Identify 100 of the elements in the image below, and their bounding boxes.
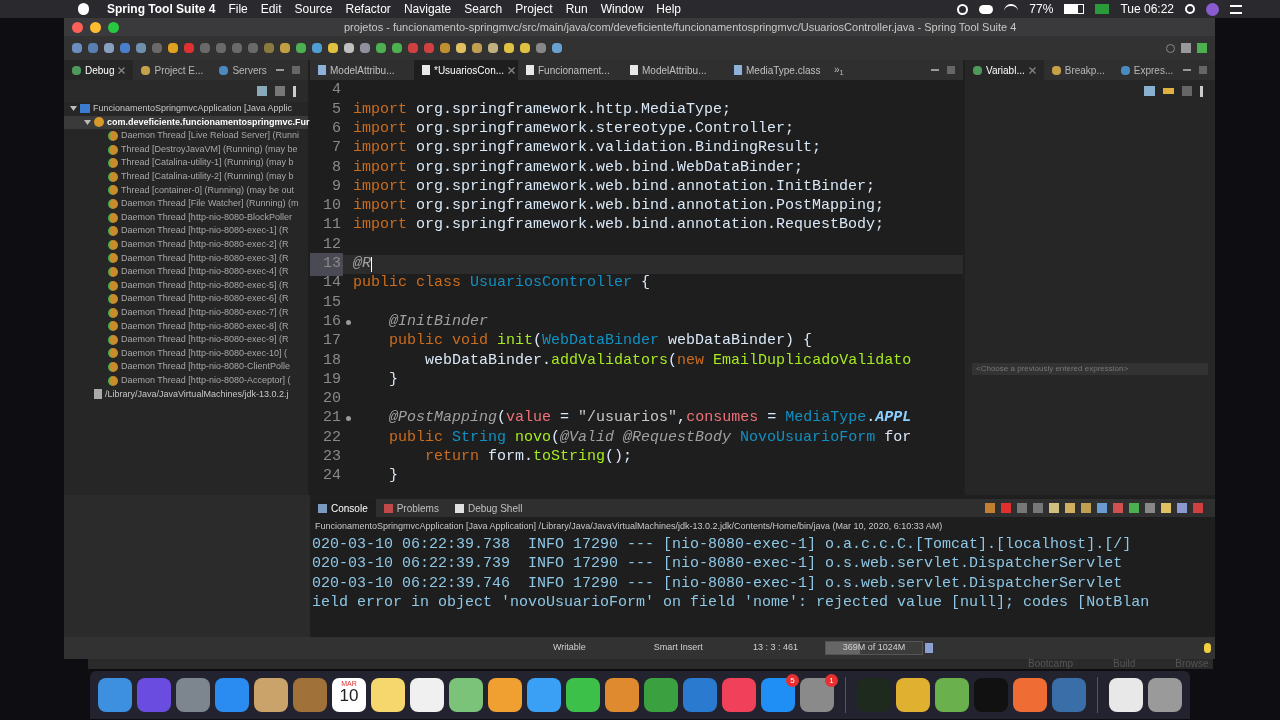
class-file-icon [318,65,326,75]
tree-item[interactable]: FuncionamentoSpringmvcApplication [Java Applic [93,102,293,116]
menu-item[interactable]: Project [515,0,553,18]
menu-item[interactable]: Navigate [403,0,452,18]
app-icon[interactable] [896,678,930,712]
tree-item[interactable]: Daemon Thread [http-nio-8080-exec-6] (R [121,292,289,306]
line-number: 16 [322,311,342,332]
battery-icon[interactable] [1064,4,1085,14]
app-icon[interactable] [1109,678,1143,712]
editor-tab[interactable]: ModelAttribu... [622,60,726,80]
menu-item[interactable]: Edit [260,0,282,18]
menu-item[interactable]: Search [464,0,503,18]
clock[interactable]: Tue 06:22 [1120,0,1174,18]
panel-tab[interactable]: Variabl... [965,60,1044,80]
panel-tab[interactable]: Servers [211,60,275,80]
app-icon[interactable] [449,678,483,712]
minimize-button[interactable] [90,21,101,33]
tree-item[interactable]: Daemon Thread [http-nio-8080-BlockPoller [121,210,292,225]
status-insert-mode: Smart Insert [653,641,703,655]
app-icon[interactable] [605,678,639,712]
thread-icon [108,362,118,373]
tree-item[interactable]: Daemon Thread [http-nio-8080-exec-3] (R [121,251,289,266]
tree-item[interactable]: Daemon Thread [http-nio-8080-exec-8] (R [121,319,289,334]
app-icon[interactable] [371,678,405,712]
line-number: 15 [322,292,342,313]
tree-item[interactable]: Daemon Thread [http-nio-8080-exec-2] (R [121,238,289,252]
tree-item[interactable]: Daemon Thread [http-nio-8080-exec-9] (R [121,333,289,347]
code-line: import org.springframework.web.bind.annotation.PostMapping; [353,196,885,217]
panel-tab[interactable]: Project E... [133,60,212,80]
tree-item[interactable]: Daemon Thread [http-nio-8080-exec-10] ( [121,346,287,361]
menu-item[interactable]: Run [565,0,588,18]
close-icon[interactable] [508,66,516,74]
thread-icon [108,226,118,237]
console-tab[interactable]: Debug Shell [446,499,531,517]
zoom-button[interactable] [108,21,119,33]
tree-item[interactable]: Daemon Thread [http-nio-8080-Acceptor] ( [121,373,291,388]
console-tab[interactable]: Console [310,499,376,517]
code-line: public String novo(@Valid @RequestBody NovoUsuarioForm for [388,427,912,448]
fold-marker-icon[interactable] [345,319,351,325]
app-icon[interactable] [488,678,522,712]
editor-tab[interactable]: *UsuariosCon... [414,60,518,80]
editor-tab[interactable]: MediaType.class [726,60,830,80]
menu-item[interactable]: Source [294,0,333,18]
tree-item[interactable]: Daemon Thread [http-nio-8080-exec-4] (R [121,265,289,279]
menu-item[interactable]: Refactor [345,0,391,18]
app-icon[interactable] [935,678,969,712]
tree-item[interactable]: Daemon Thread [Live Reload Server] (Runni [121,129,299,143]
tree-item[interactable]: /Library/Java/JavaVirtualMachines/jdk-13.0.2.j [105,387,289,401]
tree-item[interactable]: Thread [Catalina-utility-1] (Running) (may b [121,156,294,170]
editor-tab[interactable]: Funcionament... [518,60,622,80]
app-icon[interactable] [527,678,561,712]
panel-tab[interactable]: Debug [64,60,134,80]
thread-icon [108,321,118,332]
thread-icon [108,144,118,155]
code-line: import org.springframework.http.MediaType; [353,99,732,120]
tree-item[interactable]: Thread [Catalina-utility-2] (Running) (may b [121,170,294,184]
console-line: ield error in object 'novoUsuarioForm' on field 'nome': rejected value [null]; codes [NotBlan [312,593,1151,613]
menu-icon[interactable] [1230,4,1242,14]
app-icon[interactable] [566,678,600,712]
editor-tab[interactable]: ModelAttribu... [310,60,414,80]
app-icon[interactable] [1148,678,1182,712]
panel-tab[interactable]: Expres... [1112,60,1182,80]
code-line: @InitBinder [388,311,489,332]
panel-tab[interactable]: Breakp... [1043,60,1113,80]
more-tabs-indicator[interactable]: »$_{1}$ [830,60,844,80]
line-number: 10 [322,196,342,217]
tree-item[interactable]: Thread [DestroyJavaVM] (Running) (may be [121,142,298,157]
thread-icon [108,171,118,182]
close-icon[interactable] [1028,66,1036,74]
cloud-icon[interactable] [979,4,994,14]
java-file-icon [422,65,430,75]
tree-item[interactable]: Daemon Thread [http-nio-8080-exec-1] (R [121,224,289,238]
menu-item[interactable]: Help [656,0,682,18]
expand-arrow-icon[interactable] [84,118,91,126]
tree-item[interactable]: Daemon Thread [File Watcher] (Running) (m [121,197,299,211]
record-icon[interactable] [957,3,969,15]
console-description: FuncionamentoSpringmvcApplication [Java Application] /Library/Java/JavaVirtualMachines/jdk-13.0.2.jdk/Contents/Home/bin/java (Mar 10, 2020, 6:10:33 AM) [314,520,944,533]
close-button[interactable] [72,21,83,33]
app-name[interactable]: Spring Tool Suite 4 [107,0,216,18]
console-tab[interactable]: Problems [375,499,447,517]
expand-arrow-icon[interactable] [70,105,77,113]
app-icon[interactable] [410,678,444,712]
close-icon[interactable] [118,66,126,74]
console-line: 020-03-10 06:22:39.746 INFO 17290 --- [nio-8080-exec-1] o.s.web.servlet.DispatcherServlet [312,573,1124,593]
thread-icon [108,348,118,359]
tree-item[interactable]: Daemon Thread [http-nio-8080-ClientPolle [121,360,290,374]
menu-item[interactable]: File [228,0,248,18]
class-file-icon [734,65,742,75]
heap-label: 369M of 1024M [841,642,907,654]
line-number: 8 [331,157,342,178]
menu-item[interactable]: Window [600,0,644,18]
thread-icon [108,266,118,277]
tab-icon [1051,65,1061,75]
app-icon[interactable] [254,678,288,712]
code-line: @R [353,254,371,275]
tree-item[interactable]: Daemon Thread [http-nio-8080-exec-5] (R [121,278,289,293]
line-number: 19 [322,369,342,390]
tree-item[interactable]: Thread [container-0] (Running) (may be out [121,183,295,198]
tree-item[interactable]: Daemon Thread [http-nio-8080-exec-7] (R [121,305,289,320]
fold-marker-icon[interactable] [345,416,351,422]
